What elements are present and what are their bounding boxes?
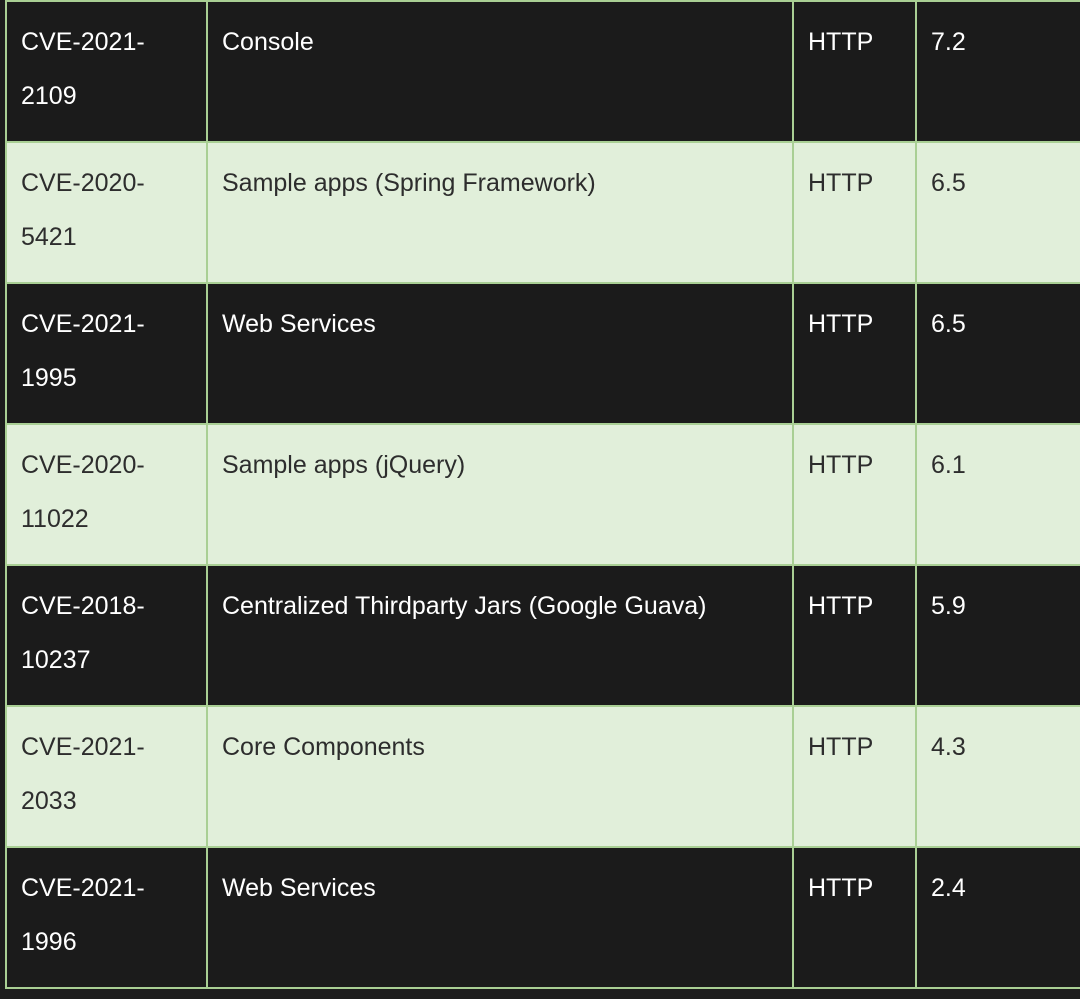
component-cell: Console: [206, 0, 794, 143]
table-row: CVE-2021- 2033 Core Components HTTP 4.3: [5, 705, 1080, 848]
protocol-cell: HTTP: [792, 141, 917, 284]
vulnerability-table: CVE-2021- 2109 Console HTTP 7.2 CVE-2020…: [5, 0, 1080, 989]
protocol-cell: HTTP: [792, 564, 917, 707]
score-cell: 5.9: [915, 564, 1080, 707]
protocol-cell: HTTP: [792, 846, 917, 989]
component-cell: Web Services: [206, 282, 794, 425]
table-row: CVE-2018- 10237 Centralized Thirdparty J…: [5, 564, 1080, 707]
protocol-cell: HTTP: [792, 282, 917, 425]
table-row: CVE-2020- 11022 Sample apps (jQuery) HTT…: [5, 423, 1080, 566]
cve-id-cell: CVE-2020- 11022: [5, 423, 208, 566]
table-row: CVE-2020- 5421 Sample apps (Spring Frame…: [5, 141, 1080, 284]
component-cell: Sample apps (jQuery): [206, 423, 794, 566]
table-row: CVE-2021- 1995 Web Services HTTP 6.5: [5, 282, 1080, 425]
score-cell: 7.2: [915, 0, 1080, 143]
cve-id-cell: CVE-2021- 2109: [5, 0, 208, 143]
component-cell: Centralized Thirdparty Jars (Google Guav…: [206, 564, 794, 707]
cve-id-cell: CVE-2021- 1996: [5, 846, 208, 989]
component-cell: Web Services: [206, 846, 794, 989]
score-cell: 4.3: [915, 705, 1080, 848]
component-cell: Sample apps (Spring Framework): [206, 141, 794, 284]
protocol-cell: HTTP: [792, 423, 917, 566]
component-cell: Core Components: [206, 705, 794, 848]
score-cell: 6.1: [915, 423, 1080, 566]
vulnerability-table-container: CVE-2021- 2109 Console HTTP 7.2 CVE-2020…: [5, 0, 1080, 991]
protocol-cell: HTTP: [792, 0, 917, 143]
score-cell: 2.4: [915, 846, 1080, 989]
cve-id-cell: CVE-2018- 10237: [5, 564, 208, 707]
table-row: CVE-2021- 2109 Console HTTP 7.2: [5, 0, 1080, 143]
score-cell: 6.5: [915, 141, 1080, 284]
score-cell: 6.5: [915, 282, 1080, 425]
cve-id-cell: CVE-2020- 5421: [5, 141, 208, 284]
cve-id-cell: CVE-2021- 1995: [5, 282, 208, 425]
protocol-cell: HTTP: [792, 705, 917, 848]
table-row: CVE-2021- 1996 Web Services HTTP 2.4: [5, 846, 1080, 989]
cve-id-cell: CVE-2021- 2033: [5, 705, 208, 848]
